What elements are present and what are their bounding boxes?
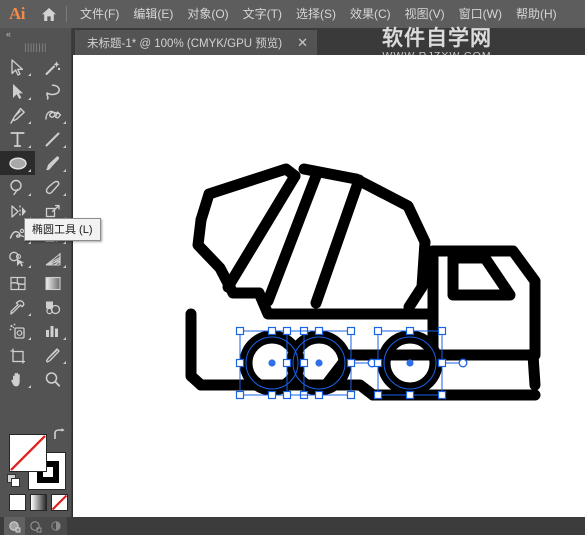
selection-tool[interactable] xyxy=(0,55,35,79)
flyout-indicator-icon xyxy=(63,241,66,244)
hand-tool[interactable] xyxy=(0,367,35,391)
drum-right-outer-edge xyxy=(350,173,431,313)
canvas-area[interactable] xyxy=(72,55,585,517)
perspective-grid-tool[interactable] xyxy=(35,247,70,271)
fill-none-slash-icon xyxy=(10,435,46,471)
gradient-tool[interactable] xyxy=(35,271,70,295)
draw-behind-button[interactable] xyxy=(25,517,46,535)
ellipse-tool[interactable] xyxy=(0,151,35,175)
zoom-tool[interactable] xyxy=(35,367,70,391)
tools-panel: « |||||||| 椭圆工具 (L) xyxy=(0,28,101,535)
artboard-tool[interactable] xyxy=(0,343,35,367)
collapse-panel-icon[interactable]: « xyxy=(0,28,71,41)
swap-fill-stroke-icon[interactable] xyxy=(52,428,66,445)
flyout-indicator-icon xyxy=(28,337,31,340)
document-tab-strip: 未标题-1* @ 100% (CMYK/GPU 预览) ✕ xyxy=(72,28,585,55)
shape-builder-tool[interactable] xyxy=(0,247,35,271)
artwork-cement-mixer-truck[interactable] xyxy=(73,55,585,516)
tool-tooltip: 椭圆工具 (L) xyxy=(24,218,101,241)
shaper-tool[interactable] xyxy=(0,175,35,199)
draw-inside-button[interactable] xyxy=(46,517,67,535)
pen-tool[interactable] xyxy=(0,103,35,127)
type-tool[interactable] xyxy=(0,127,35,151)
eyedropper-tool[interactable] xyxy=(0,295,35,319)
drum-band-3 xyxy=(310,174,365,309)
column-graph-tool[interactable] xyxy=(35,319,70,343)
draw-mode-buttons xyxy=(4,517,67,535)
gradient-mode-button[interactable] xyxy=(30,494,47,511)
flyout-indicator-icon xyxy=(28,193,31,196)
lasso-tool[interactable] xyxy=(35,79,70,103)
symbol-sprayer-tool[interactable] xyxy=(0,319,35,343)
panel-drag-handle[interactable]: |||||||| xyxy=(0,41,71,53)
direct-selection-tool[interactable] xyxy=(0,79,35,103)
document-tab-title: 未标题-1* @ 100% (CMYK/GPU 预览) xyxy=(87,37,283,50)
menu-divider xyxy=(66,6,67,22)
flyout-indicator-icon xyxy=(63,361,66,364)
blend-tool[interactable] xyxy=(35,295,70,319)
eraser-tool[interactable] xyxy=(35,175,70,199)
flyout-indicator-icon xyxy=(63,265,66,268)
flyout-indicator-icon xyxy=(28,265,31,268)
menu-edit[interactable]: 编辑(E) xyxy=(126,0,180,28)
flyout-indicator-icon xyxy=(28,97,31,100)
cab-window xyxy=(447,252,516,301)
color-mode-button[interactable] xyxy=(9,494,26,511)
flyout-indicator-icon xyxy=(63,169,66,172)
menu-file[interactable]: 文件(F) xyxy=(73,0,126,28)
chassis-rear-post xyxy=(185,308,207,391)
flyout-indicator-icon xyxy=(63,193,66,196)
none-slash-icon xyxy=(51,494,68,511)
flyout-indicator-icon xyxy=(28,145,31,148)
menu-type[interactable]: 文字(T) xyxy=(236,0,289,28)
none-mode-button[interactable] xyxy=(51,494,68,511)
default-fill-stroke-icon[interactable] xyxy=(7,474,21,493)
menu-help[interactable]: 帮助(H) xyxy=(509,0,564,28)
flyout-indicator-icon xyxy=(28,385,31,388)
flyout-indicator-icon xyxy=(28,121,31,124)
flyout-indicator-icon xyxy=(28,241,31,244)
color-controls xyxy=(0,406,72,535)
flyout-indicator-icon xyxy=(63,145,66,148)
menu-effect[interactable]: 效果(C) xyxy=(343,0,398,28)
flyout-indicator-icon xyxy=(63,337,66,340)
color-mode-buttons xyxy=(9,494,68,511)
slice-tool[interactable] xyxy=(35,343,70,367)
draw-normal-button[interactable] xyxy=(4,517,25,535)
illustrator-window: Ai 文件(F) 编辑(E) 对象(O) 文字(T) 选择(S) 效果(C) 视… xyxy=(0,0,585,535)
paintbrush-tool[interactable] xyxy=(35,151,70,175)
drum-band-2 xyxy=(262,170,322,307)
menu-select[interactable]: 选择(S) xyxy=(289,0,343,28)
fill-swatch[interactable] xyxy=(9,434,47,472)
menu-object[interactable]: 对象(O) xyxy=(180,0,235,28)
flyout-indicator-icon xyxy=(28,169,31,172)
home-icon[interactable] xyxy=(34,0,64,28)
app-logo: Ai xyxy=(9,4,26,23)
menu-bar: Ai 文件(F) 编辑(E) 对象(O) 文字(T) 选择(S) 效果(C) 视… xyxy=(0,0,585,28)
chassis-front-rail xyxy=(427,349,541,391)
line-segment-tool[interactable] xyxy=(35,127,70,151)
magic-wand-tool[interactable] xyxy=(35,55,70,79)
curvature-tool[interactable] xyxy=(35,103,70,127)
close-icon[interactable]: ✕ xyxy=(294,36,311,49)
flyout-indicator-icon xyxy=(28,313,31,316)
flyout-indicator-icon xyxy=(63,121,66,124)
flyout-indicator-icon xyxy=(28,73,31,76)
mesh-tool[interactable] xyxy=(0,271,35,295)
document-tab[interactable]: 未标题-1* @ 100% (CMYK/GPU 预览) ✕ xyxy=(75,30,317,55)
menu-view[interactable]: 视图(V) xyxy=(398,0,452,28)
menu-window[interactable]: 窗口(W) xyxy=(452,0,509,28)
